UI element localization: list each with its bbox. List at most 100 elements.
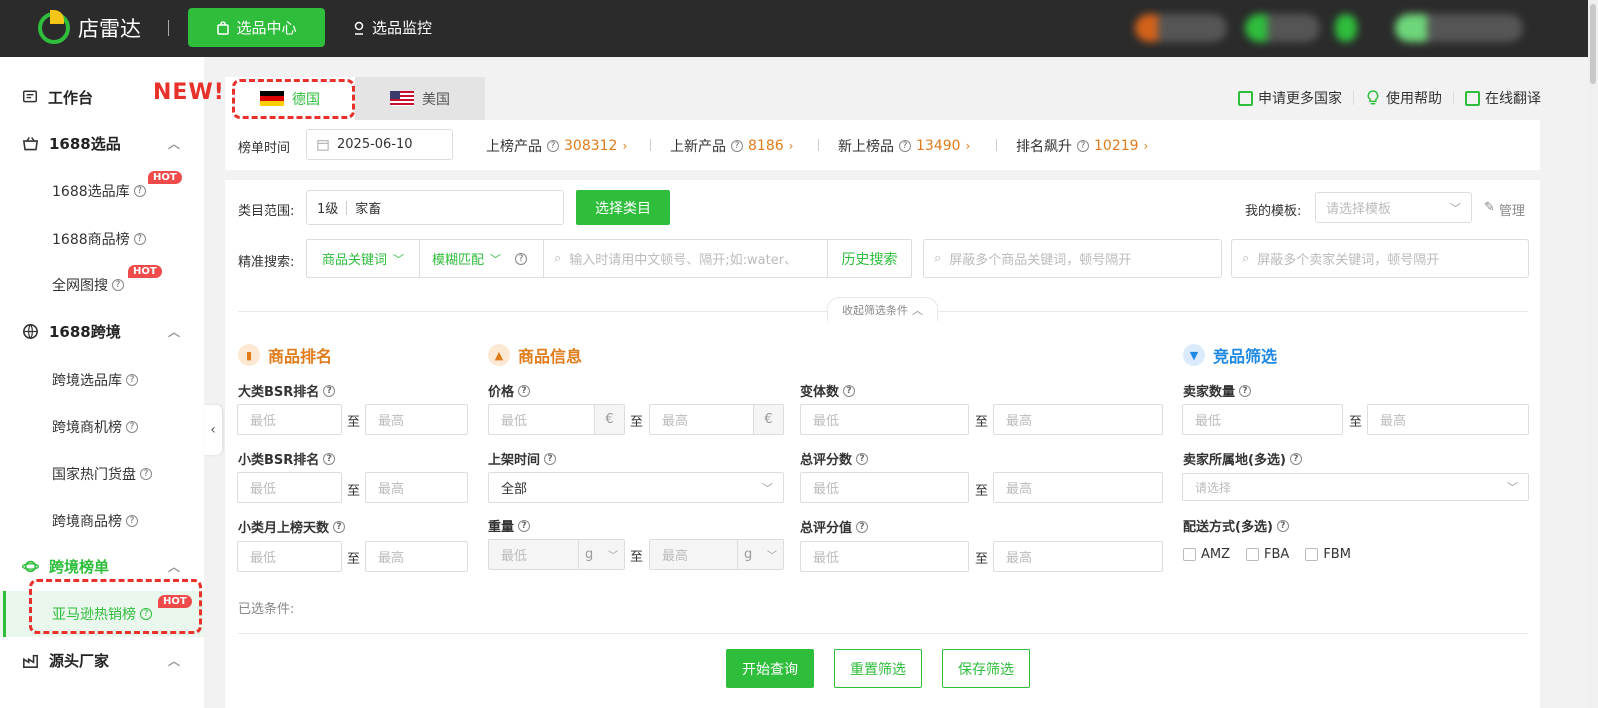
translate-link[interactable]: 在线翻译: [1465, 88, 1541, 108]
chevron-down-icon: ﹀: [1507, 481, 1518, 494]
factory-icon: [23, 654, 38, 668]
reset-filter-button[interactable]: 重置筛选: [834, 649, 922, 688]
template-select[interactable]: 请选择模板 ﹀: [1315, 192, 1472, 223]
keyword-search-input[interactable]: ⌕ 输入时请用中文顿号、隔开;如:water、: [544, 240, 828, 277]
rating-min[interactable]: 最低: [800, 541, 969, 572]
placeholder-min: 最低: [501, 549, 528, 564]
chevron-up-icon: ︿: [167, 559, 180, 574]
monthly-days-max[interactable]: 最高: [365, 541, 468, 572]
field-label: 重量?: [488, 516, 531, 535]
stat-new-products[interactable]: 上新产品? 8186 ›: [670, 136, 793, 156]
select-category-button[interactable]: 选择类目: [576, 190, 670, 225]
start-query-button[interactable]: 开始查询: [726, 649, 814, 688]
match-type-select[interactable]: 模糊匹配 ﹀ ?: [420, 240, 544, 277]
field-label-text: 大类BSR排名: [238, 385, 320, 400]
sidebar-collapse-toggle[interactable]: ‹: [204, 405, 222, 455]
search-history-button[interactable]: 历史搜索: [828, 249, 911, 269]
keyword-type-select[interactable]: 商品关键词 ﹀: [307, 240, 420, 277]
category-input[interactable]: 1级 家畜: [306, 190, 564, 225]
variants-max[interactable]: 最高: [993, 404, 1163, 435]
stat-listed-products[interactable]: 上榜产品? 308312 ›: [486, 136, 627, 156]
sidebar-item-cross-border-library[interactable]: 跨境选品库 ?: [0, 368, 204, 392]
shipping-checkbox-fba[interactable]: FBA: [1246, 547, 1289, 562]
sidebar-item-label: 1688选品库: [52, 184, 130, 200]
save-filter-button[interactable]: 保存筛选: [942, 649, 1030, 688]
template-label: 我的模板:: [1245, 204, 1302, 219]
nav-product-center-button[interactable]: 选品中心: [188, 8, 325, 47]
category-level: 1级: [317, 202, 339, 217]
stat-rank-surge[interactable]: 排名飙升? 10219 ›: [1016, 136, 1148, 156]
sidebar-item-1688-library[interactable]: 1688选品库 ? HOT: [0, 171, 204, 203]
sidebar-item-1688-ranking[interactable]: 1688商品榜 ?: [0, 227, 204, 251]
weight-unit-select[interactable]: g ﹀: [737, 540, 783, 569]
help-icon[interactable]: ?: [515, 252, 528, 265]
bsr-major-max[interactable]: 最高: [365, 404, 468, 435]
sidebar-item-country-hot-goods[interactable]: 国家热门货盘 ?: [0, 462, 204, 486]
date-picker[interactable]: 2025-06-10: [306, 129, 453, 160]
blurred-user-item[interactable]: [1245, 14, 1320, 42]
apply-country-link[interactable]: 申请更多国家: [1238, 88, 1342, 108]
blurred-user-avatar[interactable]: [1395, 14, 1523, 42]
weight-max[interactable]: 最高 g ﹀: [649, 539, 784, 570]
shipping-checkbox-fbm[interactable]: FBM: [1305, 547, 1351, 562]
exclude-seller-input[interactable]: ⌕ 屏蔽多个卖家关键词，顿号隔开: [1231, 239, 1529, 278]
sidebar-item-cross-border-goods[interactable]: 跨境商品榜 ?: [0, 509, 204, 533]
monthly-days-min[interactable]: 最低: [237, 541, 342, 572]
stat-value: 8186: [748, 138, 784, 154]
top-actions: 申请更多国家 使用帮助 在线翻译: [1238, 88, 1541, 108]
collapse-filters-toggle[interactable]: 收起筛选条件 ︿: [827, 297, 938, 321]
bsr-minor-max[interactable]: 最高: [365, 472, 468, 503]
checkbox[interactable]: [1305, 548, 1319, 561]
price-max[interactable]: 最高 €: [649, 404, 784, 435]
manage-templates-link[interactable]: ✎ 管理: [1484, 200, 1525, 219]
sidebar-group-rankings[interactable]: 跨境榜单 ︿: [0, 554, 204, 578]
sidebar-group-1688-selection[interactable]: 1688选品 ︿: [0, 131, 204, 155]
page-scrollbar[interactable]: [1588, 0, 1598, 708]
chevron-down-icon: ﹀: [767, 551, 777, 562]
seller-location-select[interactable]: 请选择 ﹀: [1182, 473, 1529, 501]
rating-max[interactable]: 最高: [993, 541, 1163, 572]
sidebar-item-image-search[interactable]: 全网图搜 ? HOT: [0, 265, 204, 297]
shipping-checkbox-amz[interactable]: AMZ: [1183, 547, 1230, 562]
seller-count-min[interactable]: 最低: [1182, 404, 1343, 435]
logo[interactable]: 店雷达: [38, 10, 141, 44]
scrollbar-thumb[interactable]: [1590, 4, 1596, 84]
nav-monitor-link[interactable]: 选品监控: [352, 8, 432, 47]
blurred-user-item[interactable]: [1335, 14, 1357, 42]
placeholder-min: 最低: [1195, 414, 1222, 429]
sidebar-group-cross-border[interactable]: 1688跨境 ︿: [0, 319, 204, 343]
help-icon: ?: [140, 468, 152, 480]
field-label: 大类BSR排名?: [238, 381, 336, 400]
listing-time-select[interactable]: 全部 ﹀: [488, 472, 784, 503]
chevron-left-icon: ‹: [210, 422, 216, 438]
placeholder-min: 最低: [813, 482, 840, 497]
placeholder-max: 最高: [378, 414, 405, 429]
weight-unit-select[interactable]: g ﹀: [578, 540, 624, 569]
sidebar-item-label: 1688商品榜: [52, 232, 130, 248]
stat-newly-ranked[interactable]: 新上榜品? 13490 ›: [838, 136, 970, 156]
price-min[interactable]: 最低 €: [488, 404, 625, 435]
exclude-product-input[interactable]: ⌕ 屏蔽多个商品关键词，顿号隔开: [923, 239, 1222, 278]
top-bar: 店雷达 选品中心 选品监控: [0, 0, 1598, 57]
bsr-major-min[interactable]: 最低: [237, 404, 342, 435]
placeholder-min: 最低: [813, 551, 840, 566]
review-count-min[interactable]: 最低: [800, 472, 969, 503]
review-count-max[interactable]: 最高: [993, 472, 1163, 503]
checkbox[interactable]: [1246, 548, 1260, 561]
placeholder-min: 最低: [501, 414, 528, 429]
bsr-minor-min[interactable]: 最低: [237, 472, 342, 503]
help-link[interactable]: 使用帮助: [1365, 88, 1442, 108]
tab-usa[interactable]: 美国: [355, 77, 485, 120]
checkbox[interactable]: [1183, 548, 1196, 561]
sidebar-group-factory[interactable]: 源头厂家 ︿: [0, 648, 204, 672]
divider: [818, 139, 819, 151]
field-label-text: 价格: [488, 385, 515, 400]
variants-min[interactable]: 最低: [800, 404, 969, 435]
field-label-text: 重量: [488, 520, 515, 535]
blurred-user-item[interactable]: [1135, 14, 1227, 42]
search-placeholder: 输入时请用中文顿号、隔开;如:water、: [569, 253, 798, 268]
field-label: 总评分值?: [800, 517, 869, 536]
sidebar-item-opportunity-ranking[interactable]: 跨境商机榜 ?: [0, 415, 204, 439]
seller-count-max[interactable]: 最高: [1367, 404, 1529, 435]
weight-min[interactable]: 最低 g ﹀: [488, 539, 625, 570]
